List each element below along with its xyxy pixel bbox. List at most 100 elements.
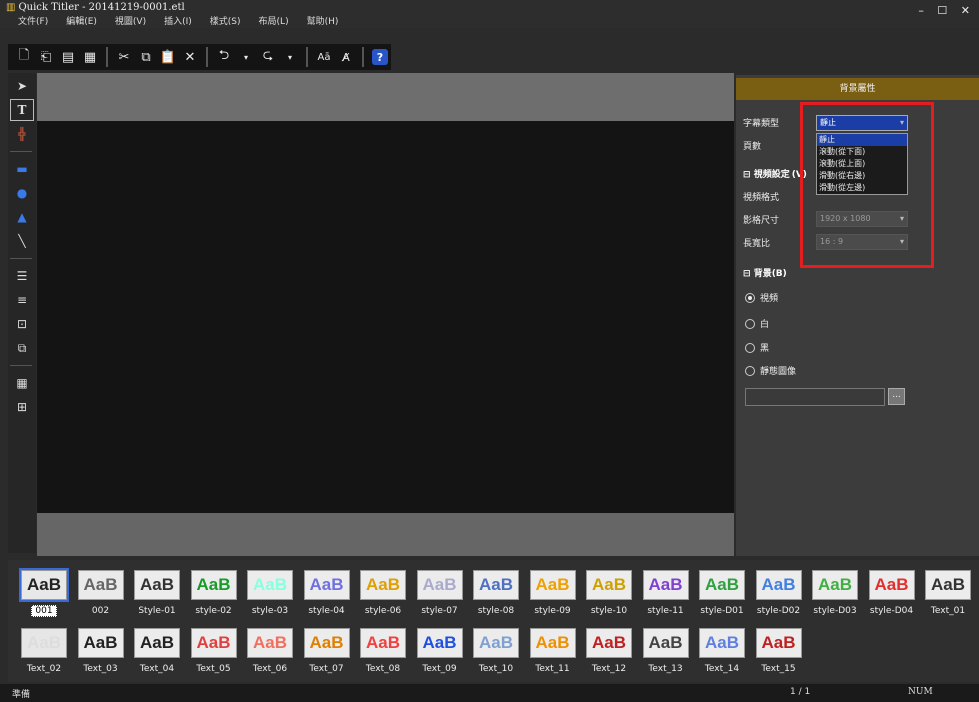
arrange-icon[interactable]: ⧉ (10, 337, 34, 359)
bg-radio-video[interactable]: 視頻 (745, 291, 778, 304)
line-tool-icon[interactable]: ╲ (10, 230, 34, 252)
triangle-tool-icon[interactable]: ▲ (10, 206, 34, 228)
style-label: Text_12 (591, 664, 627, 674)
rectangle-tool-icon[interactable]: ▬ (10, 158, 34, 180)
grid-icon[interactable]: ▦ (10, 372, 34, 394)
style-preset[interactable]: AaB Text_02 (17, 624, 71, 682)
style-preview: AaB (699, 570, 745, 600)
undo-icon[interactable]: ⮌ (214, 47, 234, 67)
style-preset[interactable]: AaB style-D01 (695, 566, 749, 624)
radio-selected-icon (745, 292, 755, 303)
style-preset[interactable]: AaB Text_10 (469, 624, 523, 682)
browse-button[interactable]: ... (888, 388, 905, 405)
open-icon[interactable]: ⎗ (36, 47, 56, 67)
save-as-icon[interactable]: ▦ (80, 47, 100, 67)
align-middle-icon[interactable]: ⊡ (10, 313, 34, 335)
style-preset[interactable]: AaB Text_11 (526, 624, 580, 682)
menu-insert[interactable]: 插入(I) (164, 14, 192, 27)
menu-layout[interactable]: 布局(L) (259, 14, 289, 27)
menu-help[interactable]: 幫助(H) (307, 14, 339, 27)
style-preset[interactable]: AaB 001 (17, 566, 71, 624)
cut-icon[interactable]: ✂ (114, 47, 134, 67)
style-preset[interactable]: AaB style-02 (187, 566, 241, 624)
style-preset[interactable]: AaB Style-01 (130, 566, 184, 624)
help-button[interactable]: ? (370, 47, 390, 67)
style-preset[interactable]: AaB Text_05 (187, 624, 241, 682)
style-label: Text_14 (704, 664, 740, 674)
bg-radio-white[interactable]: 白 (745, 317, 769, 330)
delete-icon[interactable]: ✕ (180, 47, 200, 67)
menu-edit[interactable]: 編輯(E) (66, 14, 97, 27)
aspect-ratio-label: 長寬比 (743, 239, 771, 249)
style-label: style-10 (590, 606, 628, 616)
font-icon[interactable]: Aā (314, 47, 334, 67)
redo-dropdown-icon[interactable]: ▾ (280, 47, 300, 67)
highlight-annotation (800, 102, 934, 268)
style-preset[interactable]: AaB Text_01 (921, 566, 975, 624)
style-preset[interactable]: AaB Text_13 (639, 624, 693, 682)
copy-icon[interactable]: ⧉ (136, 47, 156, 67)
style-preset[interactable]: AaB Text_08 (356, 624, 410, 682)
style-preset[interactable]: AaB style-06 (356, 566, 410, 624)
style-preset[interactable]: AaB Text_14 (695, 624, 749, 682)
menu-style[interactable]: 樣式(S) (210, 14, 241, 27)
pointer-tool-icon[interactable]: ➤ (10, 75, 34, 97)
style-label: Text_07 (309, 664, 344, 674)
style-preset[interactable]: AaB style-07 (413, 566, 467, 624)
style-preset[interactable]: AaB Text_07 (300, 624, 354, 682)
crosshair-tool-icon[interactable]: ╬ (10, 123, 34, 145)
style-label: Text_06 (252, 664, 288, 674)
align-left-icon[interactable]: ☰ (10, 265, 34, 287)
background-section[interactable]: ⊟ 背景(B) (743, 266, 787, 279)
style-preview: AaB (812, 570, 858, 600)
undo-dropdown-icon[interactable]: ▾ (236, 47, 256, 67)
menu-view[interactable]: 視圖(V) (115, 14, 146, 27)
window-controls[interactable]: – ☐ ✕ (918, 4, 975, 17)
redo-icon[interactable]: ⮎ (258, 47, 278, 67)
style-gallery: AaB 001 AaB 002 AaB Style-01 AaB style-02 AaB sty… (8, 560, 979, 682)
tool-palette: ➤ T ╬ ▬ ● ▲ ╲ ☰ ≡ ⊡ ⧉ ▦ ⊞ (8, 73, 36, 553)
style-preset[interactable]: AaB Text_06 (243, 624, 297, 682)
style-label: Text_02 (26, 664, 62, 674)
bg-radio-black[interactable]: 黑 (745, 341, 769, 354)
style-preset[interactable]: AaB Text_15 (752, 624, 806, 682)
style-preset[interactable]: AaB Text_09 (413, 624, 467, 682)
style-preset[interactable]: AaB style-09 (526, 566, 580, 624)
frame-size-label: 影格尺寸 (743, 216, 780, 226)
style-preset[interactable]: AaB style-03 (243, 566, 297, 624)
ellipse-tool-icon[interactable]: ● (10, 182, 34, 204)
style-preview: AaB (473, 570, 519, 600)
style-preset[interactable]: AaB style-D04 (865, 566, 919, 624)
paste-icon[interactable]: 📋 (158, 47, 178, 67)
status-page: 1 / 1 (790, 687, 811, 697)
style-preview: AaB (19, 568, 69, 602)
style-preset[interactable]: AaB 002 (74, 566, 128, 624)
align-center-icon[interactable]: ≡ (10, 289, 34, 311)
style-preview: AaB (190, 570, 237, 600)
save-icon[interactable]: ▤ (58, 47, 78, 67)
style-preset[interactable]: AaB style-11 (639, 566, 693, 624)
style-preset[interactable]: AaB style-08 (469, 566, 523, 624)
text-style-icon[interactable]: A̸ (336, 47, 356, 67)
style-label: style-07 (421, 606, 458, 616)
style-preset[interactable]: AaB style-D03 (808, 566, 862, 624)
style-preset[interactable]: AaB Text_04 (130, 624, 184, 682)
style-preset[interactable]: AaB Text_12 (582, 624, 636, 682)
style-preview: AaB (247, 628, 293, 658)
style-preset[interactable]: AaB style-D02 (752, 566, 806, 624)
style-preview: AaB (755, 570, 802, 600)
status-text: 準備 (12, 690, 31, 700)
table-icon[interactable]: ⊞ (10, 396, 34, 418)
title-canvas[interactable] (37, 121, 734, 513)
style-preset[interactable]: AaB Text_03 (74, 624, 128, 682)
bg-radio-black-label: 黑 (760, 344, 770, 354)
menu-file[interactable]: 文件(F) (18, 14, 48, 27)
style-preset[interactable]: AaB style-10 (582, 566, 636, 624)
app-icon: ▥ (6, 2, 16, 13)
bg-radio-still-image[interactable]: 靜態圖像 (745, 364, 796, 377)
image-path-input[interactable] (745, 388, 885, 406)
new-icon[interactable]: 🗋 (14, 47, 34, 67)
style-preset[interactable]: AaB style-04 (300, 566, 354, 624)
text-tool-icon[interactable]: T (10, 99, 34, 121)
video-settings-section[interactable]: ⊟ 視頻設定 (V) (743, 167, 807, 180)
